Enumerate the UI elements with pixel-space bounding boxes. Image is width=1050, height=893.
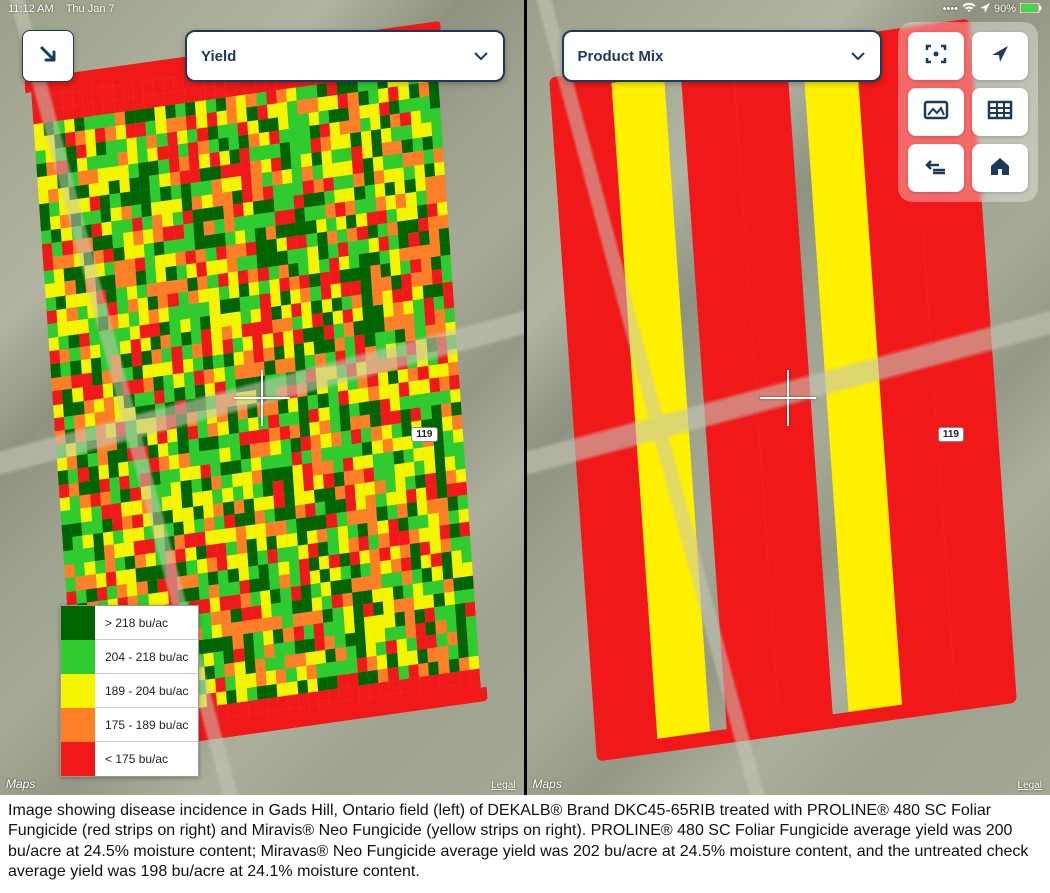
signal-icon: •••• <box>943 3 958 15</box>
legend-row: < 175 bu/ac <box>61 742 198 776</box>
legend-row: 189 - 204 bu/ac <box>61 674 198 708</box>
home-icon <box>988 155 1012 182</box>
collapse-button[interactable] <box>22 30 74 82</box>
legal-link[interactable]: Legal <box>491 780 515 791</box>
legend-swatch <box>61 708 95 742</box>
fullscreen-icon <box>924 43 948 70</box>
map-toolbox <box>898 22 1038 202</box>
legend-label: 204 - 218 bu/ac <box>95 650 198 664</box>
legend-swatch <box>61 674 95 708</box>
legal-link[interactable]: Legal <box>1018 780 1042 791</box>
status-date: Thu Jan 7 <box>66 3 115 15</box>
battery-icon <box>1020 3 1042 16</box>
legend-label: < 175 bu/ac <box>95 752 178 766</box>
location-arrow-icon <box>989 43 1011 70</box>
route-marker: 119 <box>411 427 437 442</box>
locate-button[interactable] <box>972 32 1028 80</box>
fullscreen-button[interactable] <box>908 32 964 80</box>
figure-caption: Image showing disease incidence in Gads … <box>0 795 1050 893</box>
location-icon <box>980 3 990 16</box>
legend-row: 204 - 218 bu/ac <box>61 640 198 674</box>
screenshot-button[interactable] <box>908 88 964 136</box>
grid-icon <box>987 100 1013 125</box>
product-mix-panel[interactable]: Product Mix <box>527 0 1050 795</box>
route-marker: 119 <box>938 427 964 442</box>
image-icon <box>923 100 949 125</box>
yield-legend: > 218 bu/ac 204 - 218 bu/ac 189 - 204 bu/a… <box>60 605 199 777</box>
battery-pct: 90% <box>994 3 1016 15</box>
chevron-down-icon <box>473 48 489 65</box>
transfer-icon <box>923 156 949 181</box>
legend-label: > 218 bu/ac <box>95 616 178 630</box>
legend-swatch <box>61 640 95 674</box>
ios-status-bar: 11:12 AM Thu Jan 7 •••• 90% <box>0 0 1050 18</box>
layer-dropdown-yield[interactable]: Yield <box>185 30 505 82</box>
legend-swatch <box>61 742 95 776</box>
maps-attribution: Maps <box>6 777 35 791</box>
table-button[interactable] <box>972 88 1028 136</box>
legend-row: 175 - 189 bu/ac <box>61 708 198 742</box>
dropdown-label: Yield <box>201 48 236 65</box>
arrow-down-right-icon <box>37 43 59 70</box>
legend-label: 175 - 189 bu/ac <box>95 718 198 732</box>
legend-label: 189 - 204 bu/ac <box>95 684 198 698</box>
yield-map-panel[interactable]: Yield 119 > 218 bu/ac 204 - 218 bu/ac 189 … <box>0 0 524 795</box>
chevron-down-icon <box>850 48 866 65</box>
maps-attribution: Maps <box>533 777 562 791</box>
swap-button[interactable] <box>908 144 964 192</box>
home-button[interactable] <box>972 144 1028 192</box>
legend-swatch <box>61 606 95 640</box>
wifi-icon <box>962 3 976 16</box>
dropdown-label: Product Mix <box>578 48 664 65</box>
layer-dropdown-product-mix[interactable]: Product Mix <box>562 30 882 82</box>
legend-row: > 218 bu/ac <box>61 606 198 640</box>
status-time: 11:12 AM <box>8 3 54 15</box>
split-view: Yield 119 > 218 bu/ac 204 - 218 bu/ac 189 … <box>0 0 1050 795</box>
